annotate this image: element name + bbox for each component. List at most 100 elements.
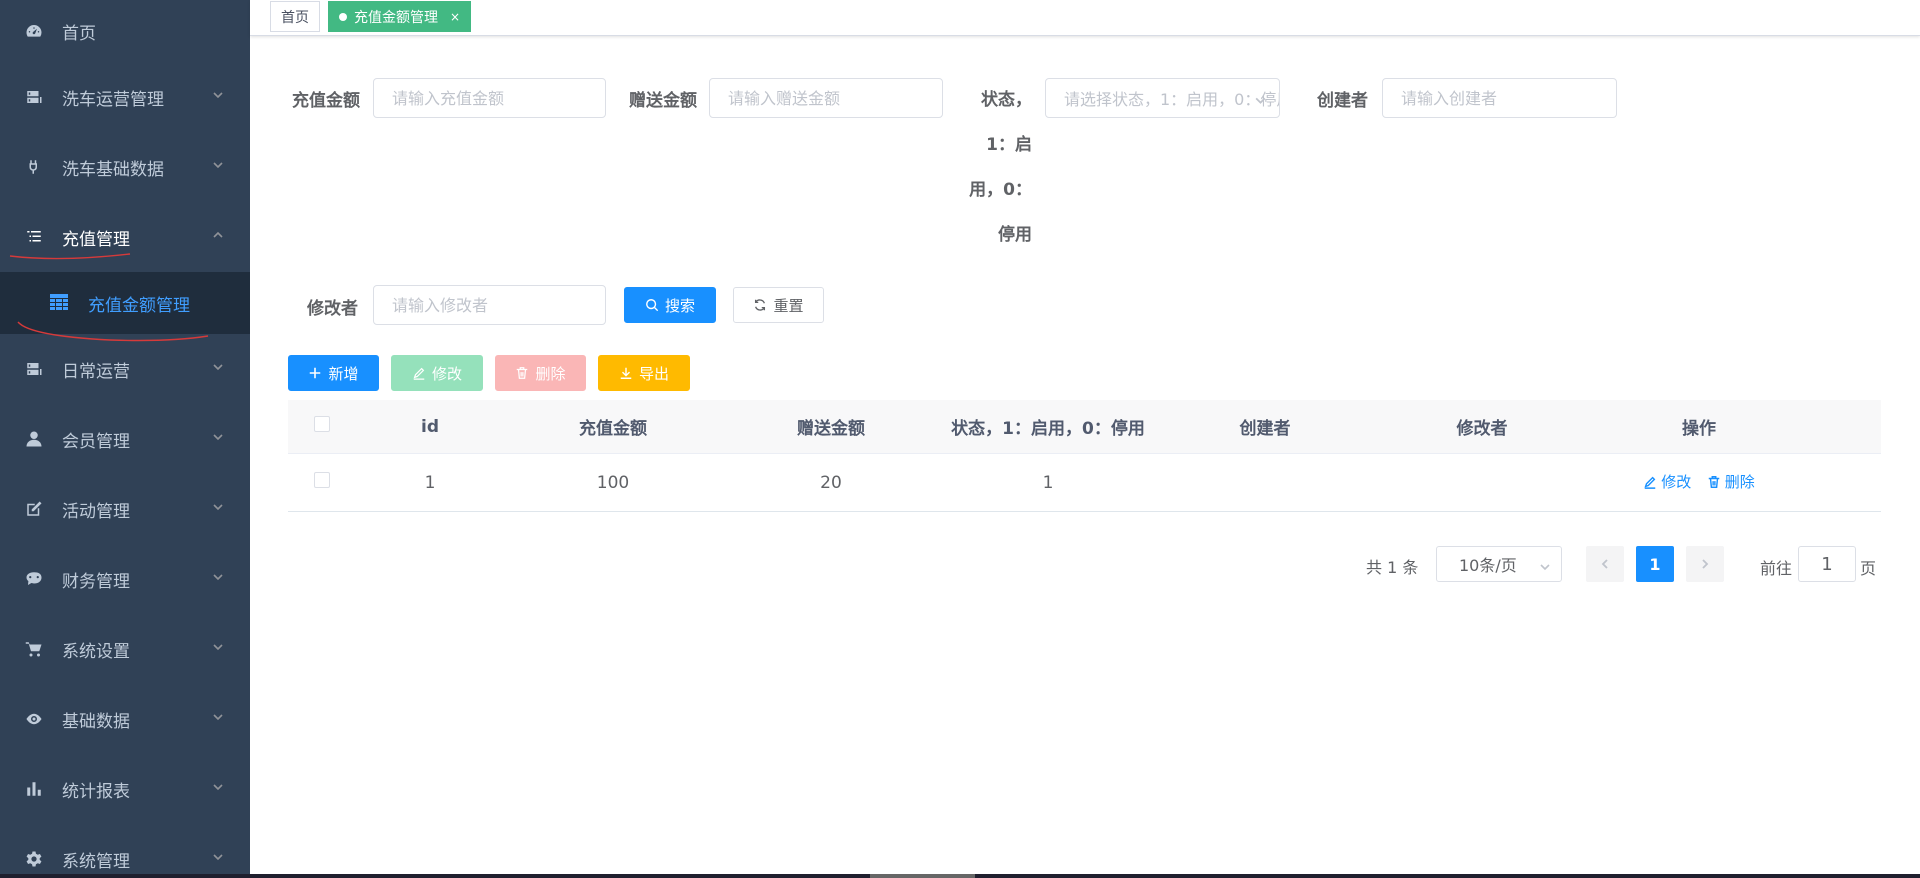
chevron-down-icon [212, 781, 224, 797]
edit-icon [24, 499, 44, 519]
reset-button[interactable]: 重置 [733, 287, 824, 323]
modifier-label: 修改者 [307, 299, 358, 319]
server-icon [24, 87, 44, 107]
submenu-item-recharge-amount[interactable]: 充值金额管理 [0, 272, 250, 334]
user-icon [24, 429, 44, 449]
eye-icon [24, 709, 44, 729]
status-select[interactable]: 请选择状态，1：启用，0：停用 [1045, 78, 1280, 118]
cell-amount: 100 [596, 472, 630, 493]
amount-input[interactable] [373, 78, 606, 118]
server-icon [24, 359, 44, 379]
tag-label: 首页 [281, 9, 309, 26]
row-delete-label: 删除 [1724, 473, 1755, 492]
menu-item-wash-operation[interactable]: 洗车运营管理 [0, 62, 250, 132]
delete-button-label: 删除 [535, 364, 566, 383]
edit-button[interactable]: 修改 [391, 355, 483, 391]
chevron-right-icon [1702, 559, 1709, 569]
chevron-down-icon [1539, 558, 1551, 577]
cell-status: 1 [1042, 472, 1054, 493]
menu-item-daily-operation[interactable]: 日常运营 [0, 334, 250, 404]
chevron-down-icon [212, 431, 224, 447]
status-label-line: 1：启 [986, 135, 1032, 155]
tags-bar: 首页 充值金额管理 × [250, 0, 1920, 36]
amount-label: 充值金额 [292, 91, 360, 111]
chevron-down-icon [212, 159, 224, 175]
menu-item-activity[interactable]: 活动管理 [0, 474, 250, 544]
page-number-current[interactable]: 1 [1636, 546, 1674, 582]
cart-icon [24, 639, 44, 659]
menu-item-finance[interactable]: 财务管理 [0, 544, 250, 614]
chevron-down-icon [1254, 92, 1267, 111]
row-edit-link[interactable]: 修改 [1643, 471, 1691, 492]
column-header: 状态，1：启用，0：停用 [951, 419, 1145, 439]
status-label-line: 停用 [998, 225, 1032, 245]
table-icon [50, 294, 68, 312]
chevron-down-icon [212, 361, 224, 377]
trash-icon [1708, 475, 1719, 488]
export-button[interactable]: 导出 [598, 355, 690, 391]
horizontal-scrollbar[interactable] [0, 874, 1920, 878]
creator-label: 创建者 [1317, 91, 1368, 111]
edit-icon [1644, 476, 1656, 489]
export-button-label: 导出 [638, 364, 669, 383]
goto-suffix: 页 [1860, 559, 1877, 578]
creator-input[interactable] [1382, 78, 1617, 118]
page-size-value: 10条/页 [1459, 556, 1517, 575]
reset-button-label: 重置 [773, 296, 804, 315]
chevron-down-icon [212, 711, 224, 727]
delete-button[interactable]: 删除 [495, 355, 586, 391]
sidebar: 首页 洗车运营管理 洗车基础数据 充值管理 充值金额管理 日常运营 会员管理 活… [0, 0, 250, 874]
modifier-input[interactable] [373, 285, 606, 325]
add-button[interactable]: 新增 [288, 355, 379, 391]
column-header: 操作 [1682, 419, 1716, 439]
chevron-down-icon [212, 89, 224, 105]
menu-item-recharge[interactable]: 充值管理 [0, 202, 250, 272]
plus-icon [310, 367, 321, 379]
menu-item-system-management[interactable]: 系统管理 [0, 824, 250, 874]
menu-item-basic-data[interactable]: 基础数据 [0, 684, 250, 754]
list-icon [24, 227, 44, 247]
chart-icon [24, 779, 44, 799]
tag-home[interactable]: 首页 [270, 1, 320, 32]
download-icon [620, 367, 632, 379]
row-edit-label: 修改 [1661, 473, 1692, 492]
menu-item-member[interactable]: 会员管理 [0, 404, 250, 474]
menu-item-home[interactable]: 首页 [0, 0, 250, 62]
search-button-label: 搜索 [664, 296, 695, 315]
tag-recharge-amount[interactable]: 充值金额管理 × [328, 1, 472, 32]
status-label-line: 状态， [981, 90, 1032, 110]
row-delete-link[interactable]: 删除 [1707, 471, 1755, 492]
add-button-label: 新增 [328, 364, 359, 383]
goto-prefix: 前往 [1760, 559, 1793, 578]
search-button[interactable]: 搜索 [624, 287, 716, 323]
cell-gift: 20 [820, 472, 842, 493]
menu-item-statistics[interactable]: 统计报表 [0, 754, 250, 824]
chevron-left-icon [1601, 559, 1608, 569]
edit-button-label: 修改 [431, 364, 462, 383]
column-header: id [421, 416, 439, 437]
page-size-select[interactable]: 10条/页 [1436, 546, 1562, 582]
select-all-checkbox[interactable] [314, 416, 330, 432]
next-page-button[interactable] [1686, 546, 1724, 582]
column-header: 修改者 [1456, 419, 1508, 439]
close-icon[interactable]: × [450, 10, 460, 24]
chevron-down-icon [212, 571, 224, 587]
prev-page-button[interactable] [1586, 546, 1624, 582]
dashboard-icon [24, 21, 44, 41]
pager-total: 共 1 条 [1366, 558, 1419, 577]
menu-item-system-settings[interactable]: 系统设置 [0, 614, 250, 684]
goto-page-input[interactable] [1798, 546, 1856, 582]
submenu-label: 充值金额管理 [88, 295, 190, 316]
cell-actions: 修改 删除 [1590, 471, 1808, 494]
scrollbar-thumb[interactable] [870, 874, 975, 878]
row-select-cell [288, 472, 356, 493]
row-checkbox[interactable] [314, 472, 330, 488]
chevron-down-icon [212, 501, 224, 517]
status-select-placeholder: 请选择状态，1：启用，0：停用 [1064, 90, 1280, 109]
gift-label: 赠送金额 [629, 91, 697, 111]
menu-item-wash-basic-data[interactable]: 洗车基础数据 [0, 132, 250, 202]
status-label-line: 用，0： [969, 180, 1032, 200]
table-row: 1 100 20 1 修改 删除 [288, 454, 1881, 512]
gift-input[interactable] [709, 78, 943, 118]
active-dot-icon [339, 12, 347, 21]
